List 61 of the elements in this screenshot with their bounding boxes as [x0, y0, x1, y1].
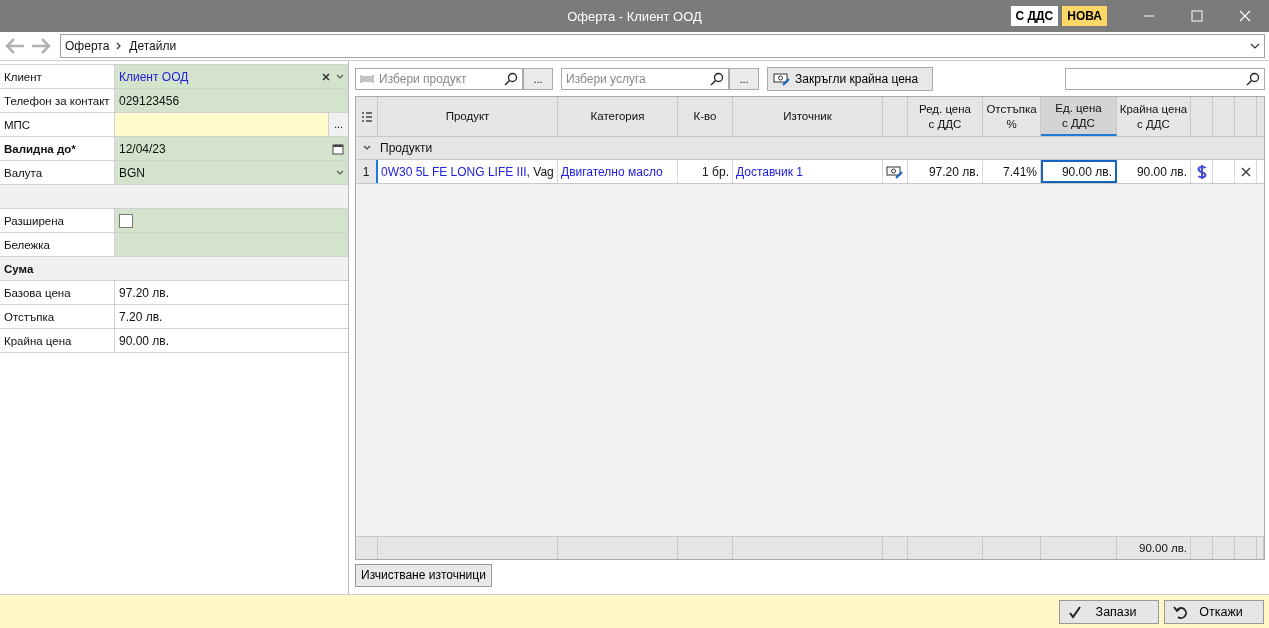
table-cell[interactable]: 97.20 лв. [908, 160, 983, 183]
input-field[interactable] [115, 113, 328, 136]
quantity-cell: 1 бр. [678, 160, 733, 183]
grid-search-field[interactable] [1065, 68, 1265, 90]
checkbox[interactable] [119, 213, 133, 228]
browse-button[interactable]: ... [729, 68, 759, 90]
category-cell[interactable]: Двигателно масло [558, 160, 678, 183]
column-header[interactable]: Крайна цена с ДДС [1117, 97, 1191, 136]
table-cell[interactable]: 90.00 лв. [1117, 160, 1191, 183]
breadcrumb-item[interactable]: Детайли [129, 39, 177, 53]
search-icon[interactable] [504, 72, 518, 86]
breadcrumb-bar[interactable]: Оферта Детайли [60, 34, 1265, 58]
text-field[interactable]: 029123456 [115, 89, 348, 112]
action-button[interactable]: Откажи [1164, 599, 1264, 624]
undo-icon [1173, 604, 1187, 619]
close-icon[interactable] [1239, 10, 1251, 22]
search-icon[interactable] [1246, 72, 1260, 86]
column-header[interactable]: Продукт [378, 97, 558, 136]
row-number: 1 [356, 160, 378, 183]
column-header[interactable]: Ед. цена с ДДС [1041, 97, 1117, 136]
client-combo[interactable]: Клиент ООД [115, 65, 348, 88]
window-title: Оферта - Клиент ООД [567, 8, 702, 24]
breadcrumb-item[interactable]: Оферта [65, 39, 110, 53]
section-header: Сума [3, 261, 34, 277]
chevron-down-icon[interactable] [1250, 43, 1260, 49]
total-value: 90.00 лв. [1139, 542, 1187, 554]
status-badge: С ДДС [1010, 6, 1059, 26]
round-price-button[interactable]: Закръгли крайна цена [767, 67, 934, 91]
group-header: Продукти [380, 141, 433, 155]
dollar-icon[interactable] [1196, 163, 1207, 180]
column-header[interactable]: Източник [733, 97, 883, 136]
delete-icon[interactable] [1240, 166, 1251, 177]
clear-sources-button[interactable]: Изчистване източници [355, 563, 492, 587]
column-header[interactable]: К-во [678, 97, 733, 136]
currency-select[interactable]: BGN [115, 161, 348, 184]
column-header[interactable]: Категория [558, 97, 678, 136]
checkmark-icon [1068, 604, 1082, 619]
source-cell[interactable]: Доставчик 1 [733, 160, 883, 183]
browse-button[interactable]: ... [328, 113, 348, 136]
chevron-down-icon[interactable] [336, 73, 344, 80]
status-badge: НОВА [1062, 6, 1107, 26]
search-icon[interactable] [710, 72, 724, 86]
product-search-field[interactable]: Избери продукт [355, 68, 523, 90]
text-field[interactable] [115, 233, 348, 256]
table-cell[interactable]: 7.41% [983, 160, 1041, 183]
list-icon [360, 110, 373, 123]
date-field[interactable]: 12/04/23 [115, 137, 348, 160]
calendar-icon[interactable] [332, 142, 344, 155]
column-header[interactable]: Ред. цена с ДДС [908, 97, 983, 136]
table-cell[interactable]: 90.00 лв. [1041, 160, 1117, 183]
money-pencil-icon[interactable] [886, 164, 904, 179]
service-search-field[interactable]: Избери услуга [561, 68, 729, 90]
action-button[interactable]: Запази [1059, 599, 1159, 624]
product-cell[interactable]: 0W30 5L FE LONG LIFE III, Vag [378, 160, 558, 183]
clear-icon[interactable] [322, 72, 330, 81]
expand-chevron-icon[interactable] [363, 145, 371, 151]
maximize-icon[interactable] [1191, 10, 1203, 22]
barcode-icon [360, 74, 374, 84]
money-pencil-icon [773, 72, 791, 86]
chevron-down-icon[interactable] [336, 169, 344, 176]
browse-button[interactable]: ... [523, 68, 553, 90]
